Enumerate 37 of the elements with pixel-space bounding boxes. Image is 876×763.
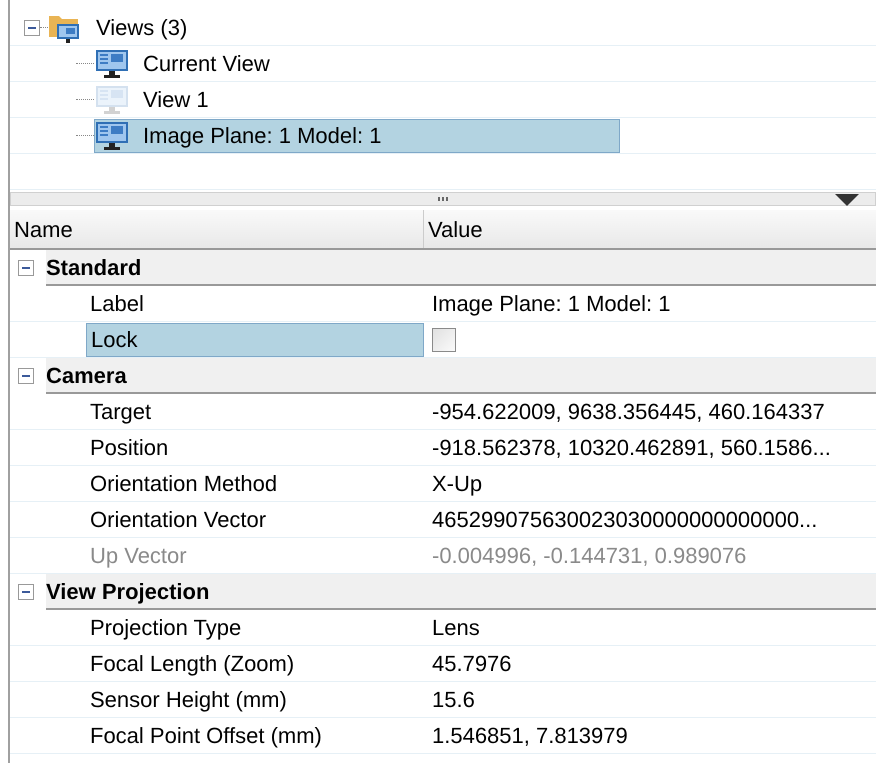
property-name[interactable]: Focal Point Offset (mm) [86,718,424,752]
property-name[interactable]: Projection Type [86,610,424,644]
checkbox[interactable] [432,328,456,352]
property-name[interactable]: Orientation Method [86,466,424,500]
tree-item[interactable]: Views (3) [96,11,188,44]
property-value[interactable]: -954.622009, 9638.356445, 460.164337 [432,395,825,428]
tree-item[interactable]: Current View [94,46,281,80]
dropdown-arrow-icon[interactable] [835,194,859,206]
column-header[interactable]: Value [424,210,876,248]
monitor-icon [95,48,129,78]
monitor-icon [95,84,129,114]
property-name[interactable]: Label [86,286,424,320]
category-label: View Projection [46,578,210,606]
property-value[interactable]: 1.546851, 7.813979 [432,719,628,752]
collapse-icon[interactable] [24,20,40,36]
property-value[interactable]: 45.7976 [432,647,512,680]
column-header[interactable]: Name [10,210,424,248]
tree-item[interactable]: Image Plane: 1 Model: 1 [94,118,620,152]
collapse-icon[interactable] [18,584,34,600]
property-name[interactable]: Position [86,430,424,464]
property-name[interactable]: Sensor Height (mm) [86,682,424,716]
property-value[interactable]: 465299075630023030000000000000... [432,503,818,536]
property-name[interactable]: Focal Length (Zoom) [86,646,424,680]
property-value[interactable]: -918.562378, 10320.462891, 560.1586... [432,431,831,464]
collapse-icon[interactable] [18,260,34,276]
property-name[interactable]: Orientation Vector [86,502,424,536]
property-value[interactable]: X-Up [432,467,482,500]
property-value[interactable]: 15.6 [432,683,475,716]
category-label: Standard [46,254,142,282]
splitter-grip-icon[interactable] [438,197,448,201]
collapse-icon[interactable] [18,368,34,384]
monitor-icon [95,120,129,150]
property-name[interactable]: Target [86,394,424,428]
property-value[interactable]: Image Plane: 1 Model: 1 [432,287,670,320]
category-label: Camera [46,362,127,390]
property-name[interactable]: Lock [86,322,424,356]
property-value[interactable]: Lens [432,611,480,644]
